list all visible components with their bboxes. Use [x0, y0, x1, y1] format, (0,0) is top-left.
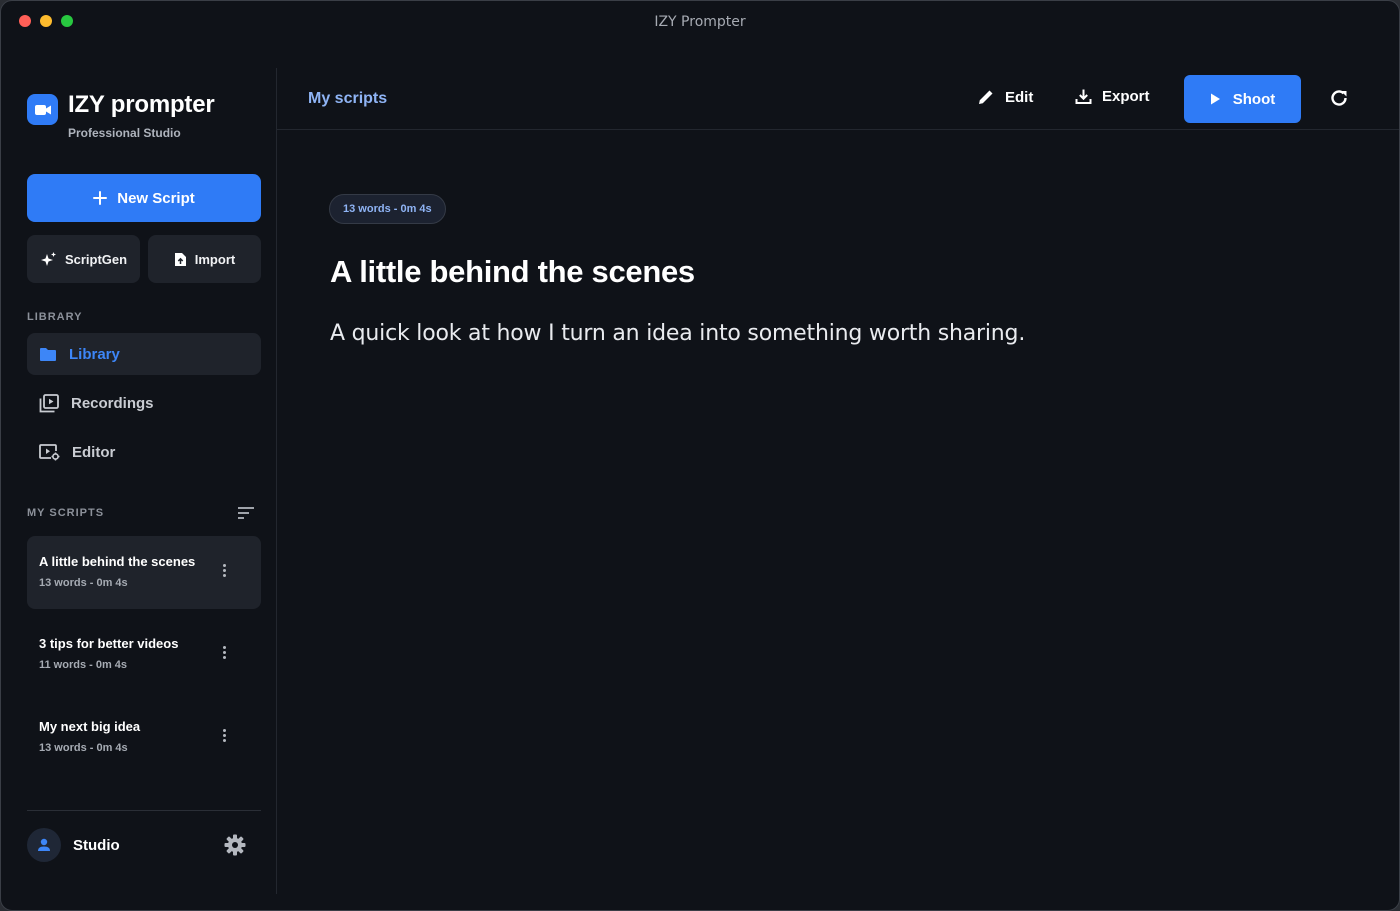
brand-name: IZY prompter: [68, 91, 215, 118]
library-section-label: LIBRARY: [27, 311, 83, 323]
more-options-icon[interactable]: [223, 646, 227, 659]
new-script-button[interactable]: New Script: [27, 174, 261, 222]
folder-icon: [40, 347, 56, 361]
pencil-icon: [979, 90, 993, 104]
scriptgen-label: ScriptGen: [64, 251, 128, 267]
sort-icon[interactable]: [238, 506, 254, 524]
video-settings-icon: [39, 443, 60, 460]
download-icon: [1075, 89, 1092, 104]
main-toolbar: My scripts Edit Export Shoot: [277, 68, 1399, 130]
zoom-window-button[interactable]: [61, 15, 73, 27]
script-body-text: A quick look at how I turn an idea into …: [330, 321, 1026, 346]
export-button[interactable]: Export: [1075, 88, 1150, 105]
sidebar-item-library[interactable]: Library: [27, 333, 261, 375]
video-library-icon: [39, 393, 59, 412]
sidebar-divider: [276, 68, 277, 894]
sidebar-item-recordings[interactable]: Recordings: [27, 382, 261, 424]
shoot-label: Shoot: [1232, 90, 1276, 108]
word-count-badge: 13 words - 0m 4s: [329, 194, 446, 224]
sidebar: IZY prompter Professional Studio New Scr…: [27, 43, 261, 910]
my-scripts-section-label: MY SCRIPTS: [27, 507, 105, 519]
script-title: My next big idea: [39, 719, 141, 734]
video-camera-icon: [27, 94, 58, 125]
refresh-icon[interactable]: [1328, 87, 1350, 114]
title-bar: IZY Prompter: [1, 1, 1399, 43]
script-list-item[interactable]: My next big idea 13 words - 0m 4s: [27, 701, 261, 774]
script-title: A little behind the scenes: [39, 554, 196, 569]
sparkle-icon: [40, 251, 56, 266]
import-button[interactable]: Import: [148, 235, 261, 283]
script-meta: 11 words - 0m 4s: [39, 659, 128, 671]
play-icon: [1210, 93, 1220, 105]
sidebar-item-editor[interactable]: Editor: [27, 431, 261, 473]
sidebar-item-label: Library: [69, 345, 120, 363]
script-heading: A little behind the scenes: [330, 254, 695, 289]
sidebar-item-label: Editor: [72, 443, 116, 461]
import-label: Import: [194, 251, 236, 267]
person-icon: [38, 838, 50, 851]
close-window-button[interactable]: [19, 15, 31, 27]
sidebar-item-label: Recordings: [71, 394, 154, 412]
shoot-button[interactable]: Shoot: [1184, 75, 1301, 123]
window-controls: [19, 15, 73, 27]
edit-label: Edit: [1005, 88, 1034, 106]
scriptgen-button[interactable]: ScriptGen: [27, 235, 140, 283]
new-script-label: New Script: [117, 189, 195, 207]
avatar[interactable]: [27, 828, 61, 862]
breadcrumb[interactable]: My scripts: [308, 90, 387, 108]
app-window: IZY Prompter IZY prompter Professional S…: [0, 0, 1400, 911]
script-meta: 13 words - 0m 4s: [39, 742, 128, 754]
settings-gear-icon[interactable]: [224, 834, 246, 861]
more-options-icon[interactable]: [223, 729, 227, 742]
export-label: Export: [1102, 88, 1150, 105]
script-list-item[interactable]: 3 tips for better videos 11 words - 0m 4…: [27, 618, 261, 691]
sidebar-footer-divider: [27, 810, 261, 811]
script-meta: 13 words - 0m 4s: [39, 577, 128, 589]
edit-button[interactable]: Edit: [977, 88, 1033, 106]
user-profile[interactable]: Studio: [27, 828, 261, 862]
script-list-item[interactable]: A little behind the scenes 13 words - 0m…: [27, 536, 261, 609]
brand-subtitle: Professional Studio: [68, 126, 181, 140]
plus-icon: [93, 191, 108, 205]
window-title: IZY Prompter: [654, 14, 746, 30]
user-name: Studio: [73, 836, 120, 854]
brand: IZY prompter Professional Studio: [27, 92, 215, 140]
minimize-window-button[interactable]: [40, 15, 52, 27]
script-title: 3 tips for better videos: [39, 636, 179, 651]
more-options-icon[interactable]: [223, 564, 227, 577]
file-upload-icon: [174, 252, 186, 266]
secondary-actions: ScriptGen Import: [27, 235, 261, 283]
